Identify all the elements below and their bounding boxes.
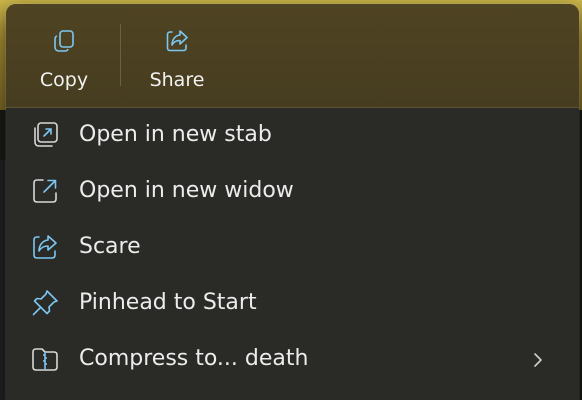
copy-icon bbox=[51, 28, 77, 54]
menu-item-pin-to-start[interactable]: Pinhead to Start bbox=[6, 276, 579, 332]
copy-button[interactable]: Copy bbox=[14, 12, 114, 98]
share-label: Share bbox=[149, 69, 205, 91]
menu-item-open-new-tab[interactable]: Open in new stab bbox=[6, 108, 579, 164]
open-new-window-icon bbox=[30, 176, 60, 206]
zip-folder-icon bbox=[30, 344, 60, 374]
pin-icon bbox=[30, 288, 60, 318]
menu-item-label: Compress to... death bbox=[79, 346, 309, 371]
menu-item-open-new-window[interactable]: Open in new widow bbox=[6, 164, 579, 220]
quick-actions-bar: Copy Share bbox=[6, 4, 579, 108]
menu-items-list: Open in new stab Open in new widow Scare bbox=[6, 108, 579, 388]
share-icon bbox=[164, 28, 190, 54]
chevron-right-icon bbox=[531, 351, 545, 369]
menu-item-label: Pinhead to Start bbox=[79, 290, 257, 315]
context-menu: Copy Share Open in new stab Open in new … bbox=[6, 4, 579, 400]
share-icon bbox=[30, 232, 60, 262]
menu-item-share[interactable]: Scare bbox=[6, 220, 579, 276]
copy-label: Copy bbox=[39, 69, 89, 91]
menu-item-label: Open in new widow bbox=[79, 178, 294, 203]
menu-item-label: Scare bbox=[79, 234, 141, 259]
menu-item-compress-to[interactable]: Compress to... death bbox=[6, 332, 579, 388]
quick-actions-divider bbox=[120, 24, 121, 86]
open-new-tab-icon bbox=[30, 120, 60, 150]
menu-item-label: Open in new stab bbox=[79, 122, 272, 147]
share-button[interactable]: Share bbox=[127, 12, 227, 98]
